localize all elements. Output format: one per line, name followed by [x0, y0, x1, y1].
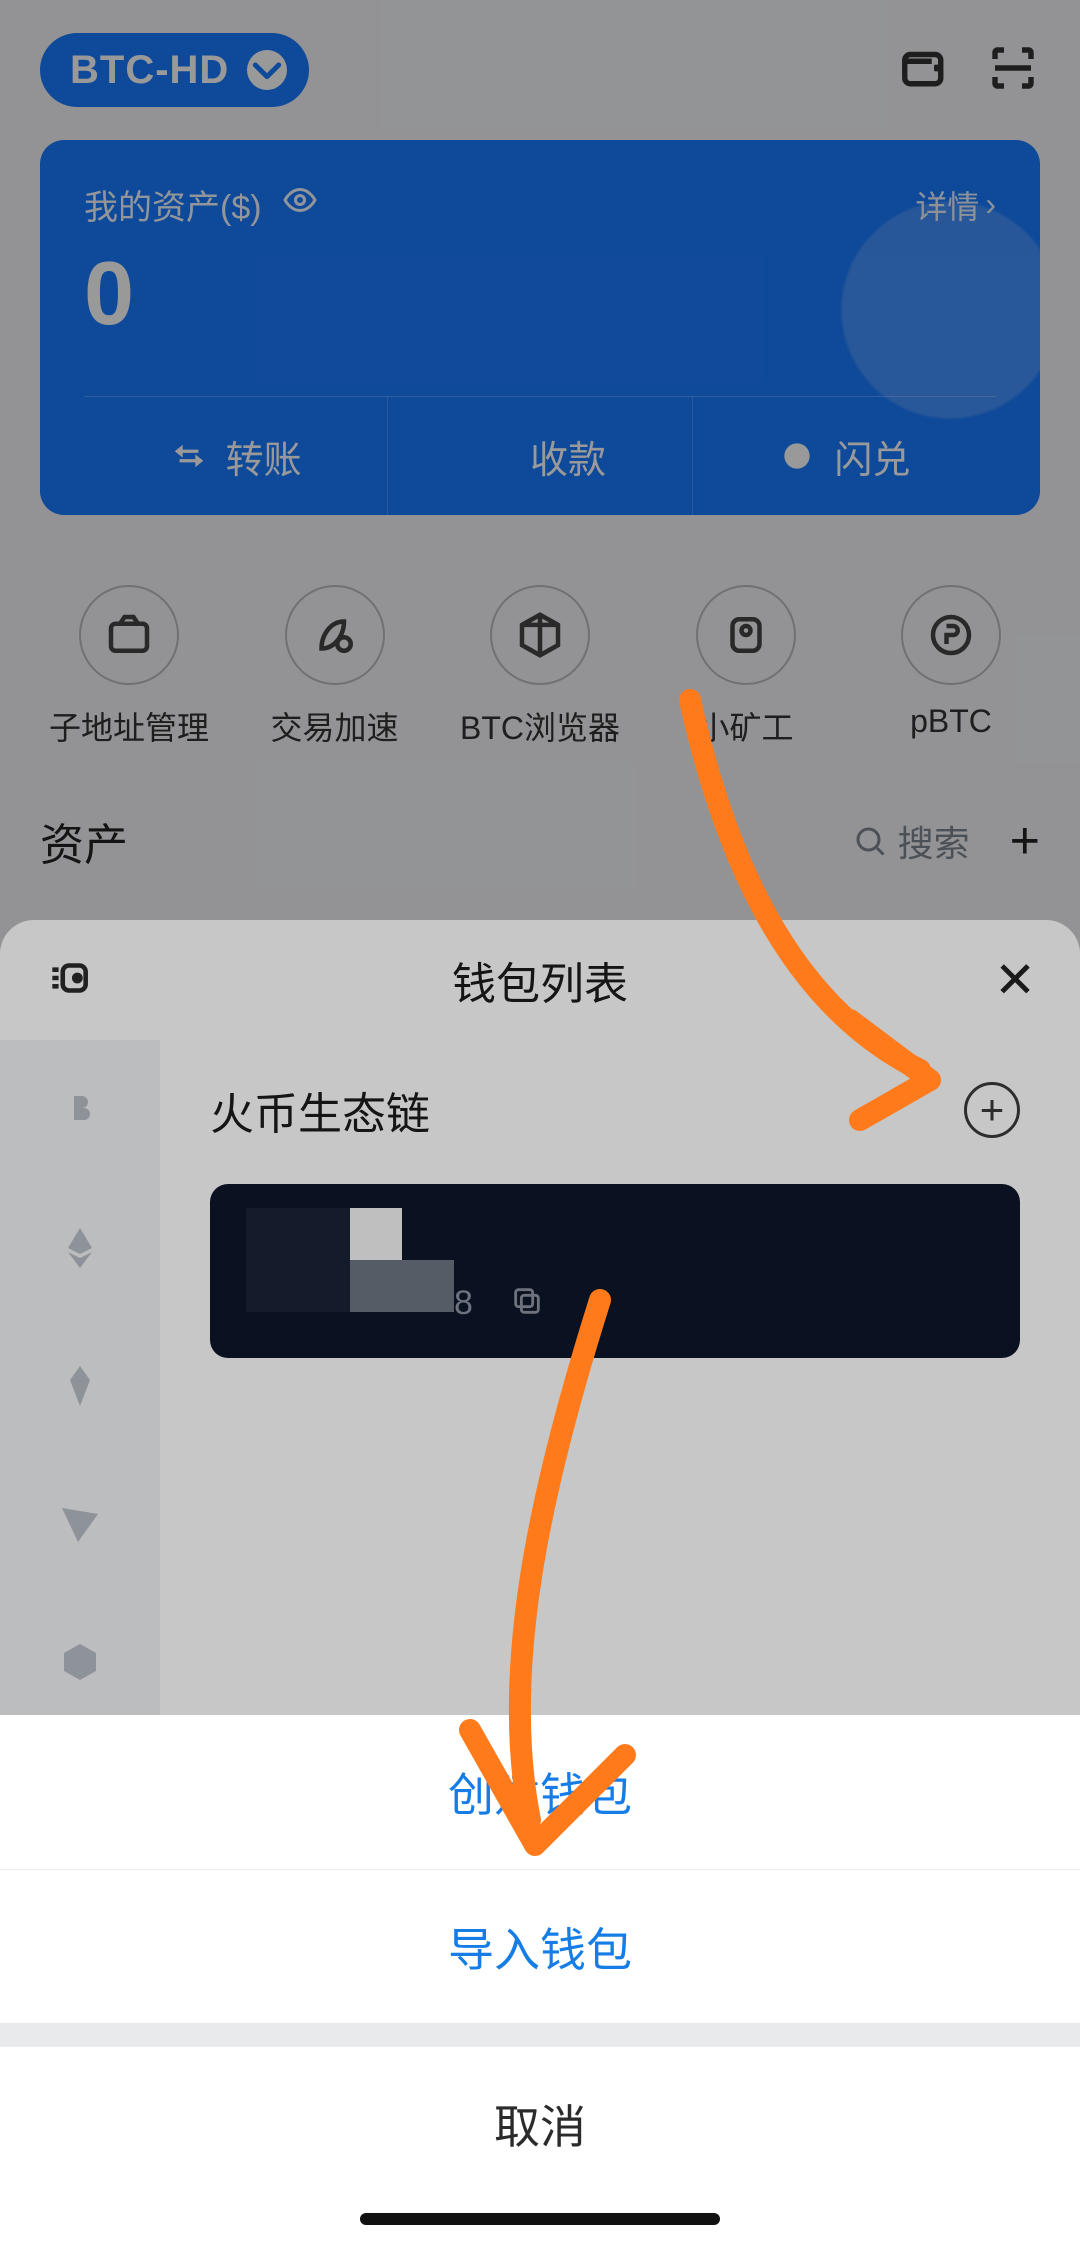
wallet-manage-icon[interactable]	[44, 953, 94, 1008]
receive-button[interactable]: 收款	[387, 397, 691, 515]
chain-iost-icon[interactable]	[48, 1630, 112, 1694]
chain-btc-icon[interactable]	[48, 1078, 112, 1142]
wallet-name-label: BTC-HD	[70, 48, 229, 93]
chain-trx-icon[interactable]	[48, 1492, 112, 1556]
import-wallet-button[interactable]: 导入钱包	[0, 1869, 1080, 2023]
create-wallet-button[interactable]: 创建钱包	[0, 1715, 1080, 1869]
tool-subaddress[interactable]: 子地址管理	[44, 585, 214, 749]
chain-name: 火币生态链	[210, 1078, 430, 1142]
tool-pbtc[interactable]: pBTC	[866, 585, 1036, 749]
sheet-title: 钱包列表	[452, 948, 628, 1012]
tool-miner[interactable]: 小矿工	[661, 585, 831, 749]
add-wallet-icon[interactable]	[898, 41, 952, 100]
home-indicator	[0, 2201, 1080, 2257]
topbar: BTC-HD	[40, 0, 1040, 140]
swap-button[interactable]: 闪兑	[692, 397, 996, 515]
chain-eos-icon[interactable]	[48, 1354, 112, 1418]
wallet-home-screen: BTC-HD 我的资产($) 详情 ›	[0, 0, 1080, 903]
tools-row: 子地址管理 交易加速 BTC浏览器 小矿工 pBTC	[40, 585, 1040, 749]
assets-title: 资产	[40, 809, 128, 873]
add-asset-button[interactable]: +	[1010, 815, 1040, 867]
tool-accelerate[interactable]: 交易加速	[250, 585, 420, 749]
copy-icon[interactable]	[510, 1284, 544, 1323]
add-wallet-plus-icon[interactable]: +	[964, 1082, 1020, 1138]
cancel-button[interactable]: 取消	[0, 2047, 1080, 2201]
chain-eth-icon[interactable]	[48, 1216, 112, 1280]
asset-detail-link[interactable]: 详情 ›	[915, 182, 996, 228]
close-icon[interactable]: ✕	[994, 955, 1036, 1005]
eye-icon[interactable]	[282, 182, 318, 227]
action-sheet: 创建钱包 导入钱包 取消	[0, 1715, 1080, 2257]
scan-icon[interactable]	[986, 41, 1040, 100]
assets-section-header: 资产 搜索 +	[40, 809, 1040, 903]
asset-summary-card: 我的资产($) 详情 › 0 转账 收款 闪兑	[40, 140, 1040, 515]
asset-total-value: 0	[84, 243, 996, 346]
redacted-address	[246, 1260, 454, 1312]
transfer-button[interactable]: 转账	[84, 397, 387, 515]
wallet-card[interactable]: 8	[210, 1184, 1020, 1358]
asset-search[interactable]: 搜索	[852, 815, 970, 867]
chevron-right-icon: ›	[985, 186, 996, 223]
tool-explorer[interactable]: BTC浏览器	[455, 585, 625, 749]
chevron-down-icon	[247, 50, 287, 90]
wallet-switcher-pill[interactable]: BTC-HD	[40, 33, 309, 107]
asset-label: 我的资产($)	[84, 180, 262, 229]
wallet-address-suffix: 8	[454, 1284, 473, 1323]
sheet-header: 钱包列表 ✕	[0, 920, 1080, 1040]
redacted-name	[246, 1208, 402, 1260]
